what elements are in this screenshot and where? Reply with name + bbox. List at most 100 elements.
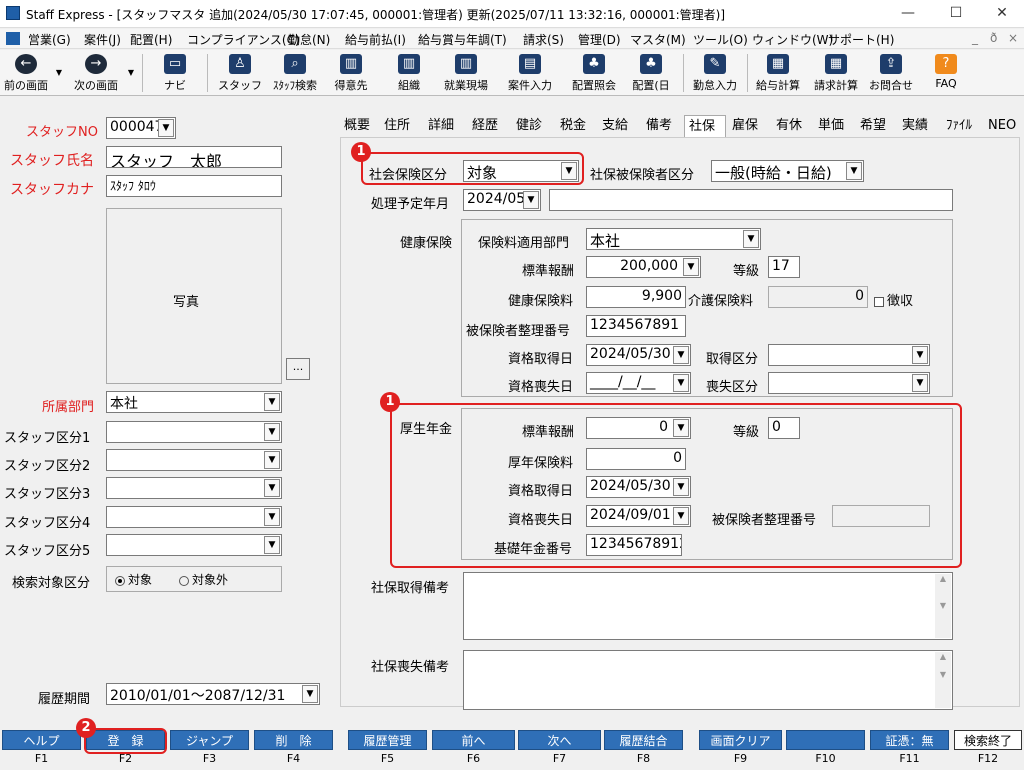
chevron-down-icon[interactable]: ▼ bbox=[264, 393, 280, 411]
kubun5-select[interactable]: ▼ bbox=[106, 534, 282, 556]
close-button[interactable]: ✕ bbox=[982, 2, 1022, 24]
toolbar-site-button[interactable]: ▥ 就業現場 bbox=[438, 52, 494, 94]
f5-history-button[interactable]: 履歴管理 bbox=[348, 730, 427, 750]
tab-jisseki[interactable]: 実績 bbox=[902, 115, 928, 137]
menu-master[interactable]: マスタ(M) bbox=[630, 31, 686, 48]
toolbar-payroll-button[interactable]: ▦ 給与計算 bbox=[750, 52, 806, 94]
staff-name-input[interactable]: スタッフ 太郎 bbox=[106, 146, 282, 168]
chevron-down-icon[interactable]: ▼ bbox=[673, 507, 689, 525]
toolbar-back-button[interactable]: ← 前の画面 bbox=[0, 52, 52, 94]
f4-delete-button[interactable]: 削 除 bbox=[254, 730, 333, 750]
toolbar-navi-button[interactable]: ▭ ナビ bbox=[152, 52, 198, 94]
tab-koho[interactable]: 雇保 bbox=[732, 115, 758, 137]
toolbar-billing-button[interactable]: ▦ 請求計算 bbox=[808, 52, 864, 94]
chevron-down-icon[interactable]: ▼ bbox=[673, 478, 689, 496]
tab-kenshin[interactable]: 健診 bbox=[516, 115, 542, 137]
kubun2-select[interactable]: ▼ bbox=[106, 449, 282, 471]
kubun1-select[interactable]: ▼ bbox=[106, 421, 282, 443]
kosei-ryo-input[interactable]: 0 bbox=[586, 448, 686, 470]
tab-shikyu[interactable]: 支給 bbox=[602, 115, 628, 137]
biko-soshitsu-textarea[interactable]: ▲ ▼ bbox=[463, 650, 953, 710]
kosei-seiri-input[interactable] bbox=[832, 505, 930, 527]
back-dropdown-icon[interactable]: ▼ bbox=[54, 68, 64, 110]
menu-kanri[interactable]: 管理(D) bbox=[578, 31, 621, 48]
toolbar-staff-search-button[interactable]: ⌕ ｽﾀｯﾌ検索 bbox=[266, 52, 324, 94]
chevron-down-icon[interactable]: ▼ bbox=[743, 230, 759, 248]
kosei-hyojun-select[interactable]: 0 ▼ bbox=[586, 417, 691, 439]
toolbar-client-button[interactable]: ▥ 得意先 bbox=[326, 52, 376, 94]
menu-window[interactable]: ウィンドウ(W) bbox=[752, 31, 833, 48]
f12-search-end-button[interactable]: 検索終了 bbox=[954, 730, 1022, 750]
chevron-down-icon[interactable]: ▼ bbox=[264, 423, 280, 441]
toolbar-contact-button[interactable]: ⇪ お問合せ bbox=[864, 52, 918, 94]
menu-haichi[interactable]: 配置(H) bbox=[130, 31, 172, 48]
menu-maebarai[interactable]: 給与前払(I) bbox=[345, 31, 406, 48]
kiso-input[interactable]: 12345678912 bbox=[586, 534, 682, 556]
kenpo-seiri-input[interactable]: 1234567891 bbox=[586, 315, 686, 337]
chevron-down-icon[interactable]: ▼ bbox=[683, 258, 699, 276]
kosei-soshitsu-select[interactable]: 2024/09/01 ▼ bbox=[586, 505, 691, 527]
kenpo-ryo-input[interactable]: 9,900 bbox=[586, 286, 686, 308]
menu-kyuyo[interactable]: 給与賞与年調(T) bbox=[418, 31, 507, 48]
tab-file[interactable]: ﾌｧｲﾙ bbox=[946, 115, 972, 137]
tab-neo[interactable]: NEO bbox=[988, 115, 1016, 137]
chevron-down-icon[interactable]: ▼ bbox=[846, 162, 862, 180]
chevron-down-icon[interactable]: ▼ bbox=[264, 508, 280, 526]
chevron-down-icon[interactable]: ▼ bbox=[302, 685, 318, 703]
tab-zeikin[interactable]: 税金 bbox=[560, 115, 586, 137]
kaigo-ryo-input[interactable]: 0 bbox=[768, 286, 868, 308]
tab-keireki[interactable]: 経歴 bbox=[472, 115, 498, 137]
toolbar-placement-query-button[interactable]: ♣ 配置照会 bbox=[566, 52, 622, 94]
tab-tanka[interactable]: 単価 bbox=[818, 115, 844, 137]
period-select[interactable]: 2010/01/01～2087/12/31 ▼ bbox=[106, 683, 320, 705]
menu-compliance[interactable]: コンプライアンス(C) bbox=[187, 31, 300, 48]
f9-clear-button[interactable]: 画面クリア bbox=[699, 730, 782, 750]
chevron-down-icon[interactable]: ▼ bbox=[523, 191, 539, 209]
menu-support[interactable]: サポート(H) bbox=[828, 31, 894, 48]
kenpo-dept-select[interactable]: 本社 ▼ bbox=[586, 228, 761, 250]
chevron-down-icon[interactable]: ▼ bbox=[158, 119, 174, 137]
toolbar-attendance-button[interactable]: ✎ 勤怠入力 bbox=[688, 52, 742, 94]
menu-anken[interactable]: 案件(J) bbox=[84, 31, 121, 48]
chevron-down-icon[interactable]: ▼ bbox=[912, 374, 928, 392]
minimize-button[interactable]: — bbox=[888, 2, 928, 24]
search-target-on[interactable]: 対象 bbox=[115, 571, 152, 588]
mdi-minimize[interactable]: _ bbox=[972, 31, 978, 45]
f3-jump-button[interactable]: ジャンプ bbox=[170, 730, 249, 750]
staff-no-select[interactable]: 000047 ▼ bbox=[106, 117, 176, 139]
chevron-down-icon[interactable]: ▼ bbox=[912, 346, 928, 364]
choshu-checkbox[interactable]: 徴収 bbox=[874, 290, 913, 309]
menu-eigyo[interactable]: 営業(G) bbox=[28, 31, 71, 48]
toolbar-org-button[interactable]: ▥ 組織 bbox=[384, 52, 434, 94]
toolbar-job-entry-button[interactable]: ▤ 案件入力 bbox=[502, 52, 558, 94]
shori-memo-input[interactable] bbox=[549, 189, 953, 211]
chevron-down-icon[interactable]: ▼ bbox=[673, 346, 689, 364]
toolbar-forward-button[interactable]: → 次の画面 bbox=[68, 52, 124, 94]
biko-shutoku-textarea[interactable]: ▲ ▼ bbox=[463, 572, 953, 640]
kenpo-shutoku-select[interactable]: 2024/05/30 ▼ bbox=[586, 344, 691, 366]
toolbar-faq-button[interactable]: ? FAQ bbox=[926, 52, 966, 94]
shori-select[interactable]: 2024/05 ▼ bbox=[463, 189, 541, 211]
chevron-down-icon[interactable]: ▼ bbox=[673, 419, 689, 437]
kenpo-soshitsu-kubun-select[interactable]: ▼ bbox=[768, 372, 930, 394]
photo-box[interactable]: 写真 bbox=[106, 208, 282, 384]
scrollbar[interactable]: ▲ ▼ bbox=[935, 574, 951, 638]
toolbar-staff-button[interactable]: ♙ スタッフ bbox=[216, 52, 264, 94]
chevron-down-icon[interactable]: ▼ bbox=[673, 374, 689, 392]
mdi-restore[interactable]: ð bbox=[990, 31, 997, 45]
dept-select[interactable]: 本社 ▼ bbox=[106, 391, 282, 413]
scrollbar[interactable]: ▲ ▼ bbox=[935, 652, 951, 708]
search-target-off[interactable]: 対象外 bbox=[179, 571, 228, 588]
chevron-down-icon[interactable]: ▼ bbox=[264, 451, 280, 469]
kubun4-select[interactable]: ▼ bbox=[106, 506, 282, 528]
menu-tool[interactable]: ツール(O) bbox=[693, 31, 748, 48]
mdi-close[interactable]: × bbox=[1008, 31, 1018, 45]
kenpo-tokyu-input[interactable]: 17 bbox=[768, 256, 800, 278]
tab-yukyu[interactable]: 有休 bbox=[776, 115, 802, 137]
tab-biko[interactable]: 備考 bbox=[646, 115, 672, 137]
kenpo-shutoku-kubun-select[interactable]: ▼ bbox=[768, 344, 930, 366]
kosei-tokyu-input[interactable]: 0 bbox=[768, 417, 800, 439]
toolbar-placement-day-button[interactable]: ♣ 配置(日 bbox=[624, 52, 678, 94]
f10-button[interactable] bbox=[786, 730, 865, 750]
chevron-down-icon[interactable]: ▼ bbox=[264, 479, 280, 497]
